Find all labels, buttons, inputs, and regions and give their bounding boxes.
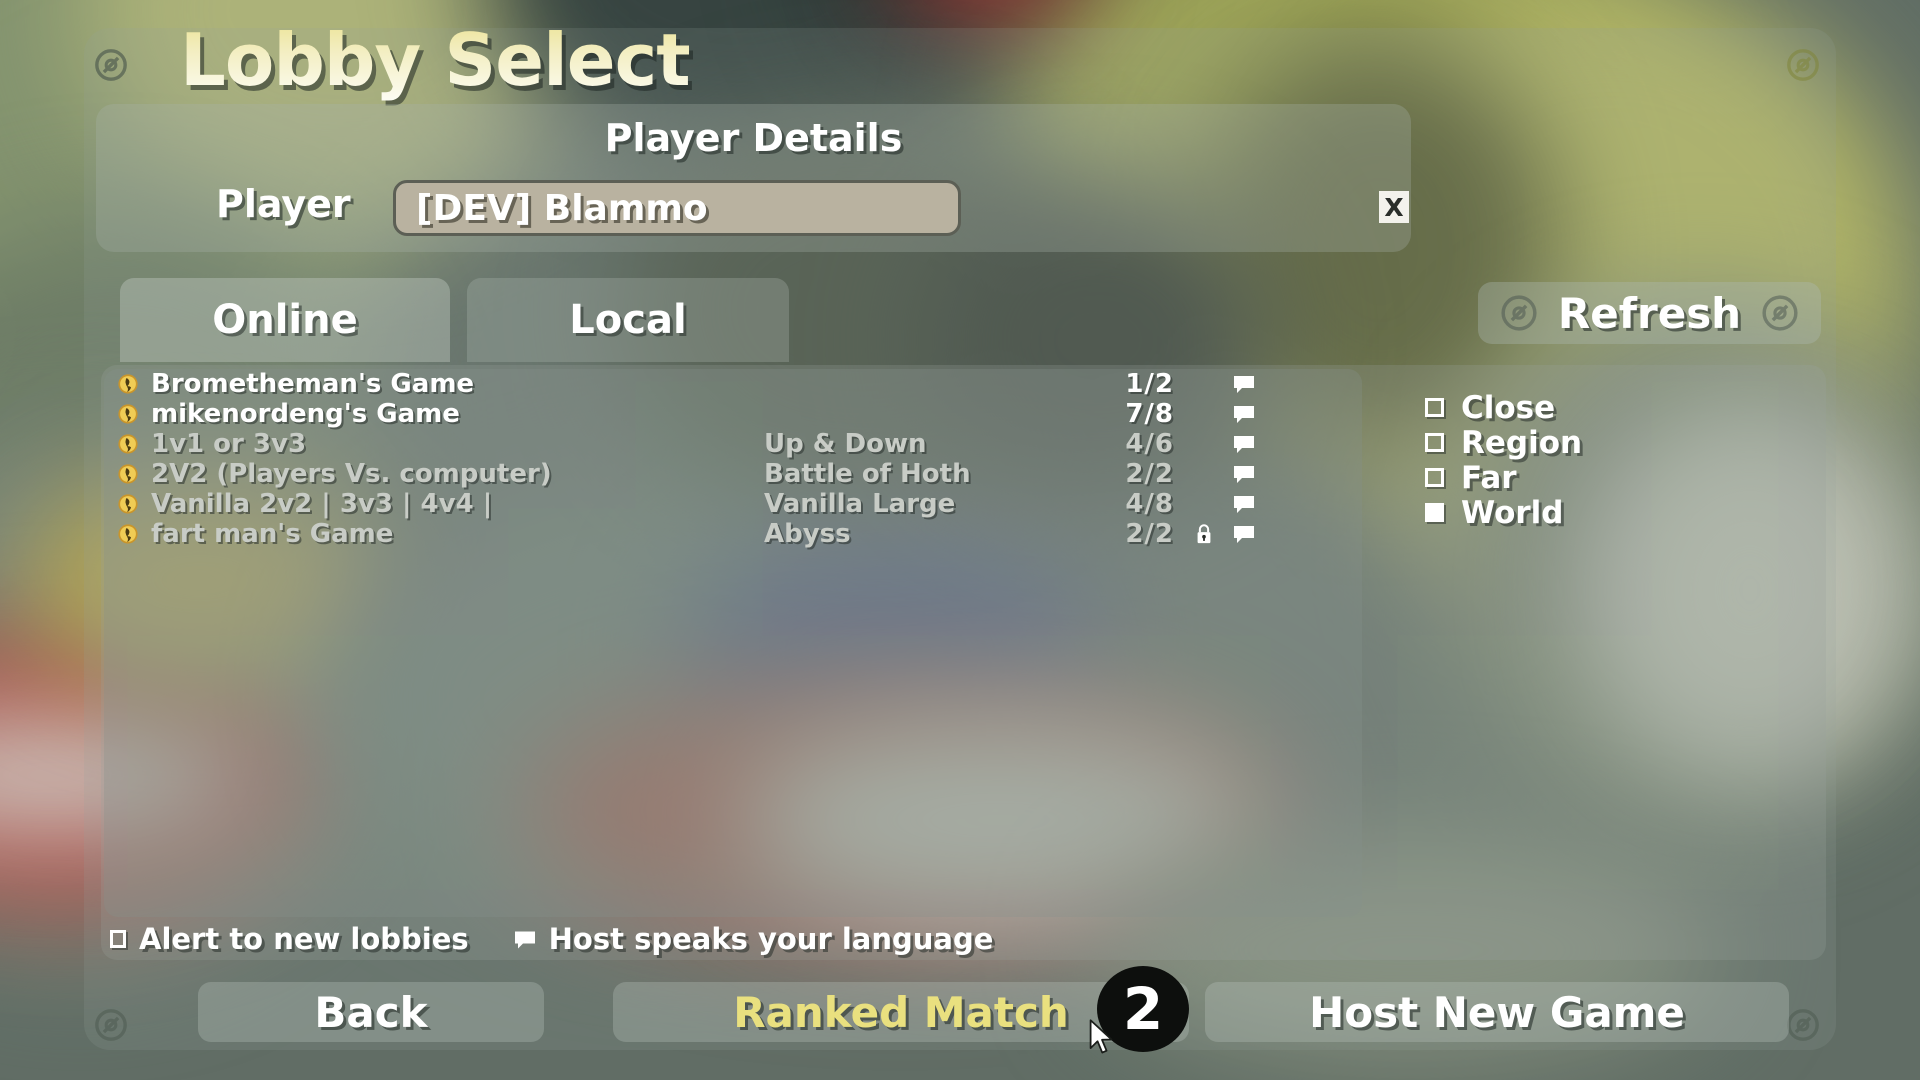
mouse-pointer-icon (1089, 1019, 1115, 1057)
ranked-match-label: Ranked Match (733, 987, 1069, 1037)
close-x-icon[interactable]: X (1379, 191, 1409, 223)
lobby-player-count: 1/2 (1125, 369, 1174, 399)
gold-medal-icon (117, 523, 139, 545)
lobby-row[interactable]: fart man's Game Abyss 2/2 (104, 519, 1362, 549)
checkbox-square-icon (1425, 433, 1444, 452)
checkbox-square-icon (1425, 468, 1444, 487)
lobby-row[interactable]: 1v1 or 3v3 Up & Down 4/6 (104, 429, 1362, 459)
page-title: Lobby Select (180, 18, 691, 102)
lobby-player-count: 7/8 (1125, 399, 1174, 429)
filter-world[interactable]: World (1425, 494, 1685, 531)
host-new-game-label: Host New Game (1309, 987, 1685, 1037)
checkbox-square-icon (110, 930, 126, 948)
speech-bubble-icon (1232, 404, 1256, 424)
filter-far[interactable]: Far (1425, 459, 1685, 496)
filter-close[interactable]: Close (1425, 389, 1685, 426)
alert-new-lobbies-label: Alert to new lobbies (139, 922, 469, 956)
refresh-circle-icon (1786, 1008, 1820, 1042)
speech-bubble-icon (1232, 464, 1256, 484)
distance-filter-group: Close Region Far World (1425, 389, 1685, 531)
gold-medal-icon (117, 493, 139, 515)
lobby-name: mikenordeng's Game (151, 399, 460, 429)
speech-bubble-icon (1232, 374, 1256, 394)
player-name-input[interactable]: [DEV] Blammo (393, 180, 961, 236)
filter-label: Close (1461, 389, 1556, 426)
lobby-row[interactable]: Brometheman's Game 1/2 (104, 369, 1362, 399)
lobby-list[interactable]: Brometheman's Game 1/2 mikenordeng's Game 7… (104, 369, 1362, 917)
alert-new-lobbies-checkbox[interactable]: Alert to new lobbies (110, 922, 469, 956)
host-language-option[interactable]: Host speaks your language (513, 922, 994, 956)
checkbox-checked-icon (1425, 503, 1444, 522)
speech-bubble-icon (1232, 434, 1256, 454)
lobby-map: Vanilla Large (764, 489, 956, 519)
refresh-circle-icon (1786, 48, 1820, 82)
gold-medal-icon (117, 463, 139, 485)
speech-bubble-icon (1232, 494, 1256, 514)
gold-medal-icon (117, 373, 139, 395)
back-button[interactable]: Back (198, 982, 544, 1042)
gold-medal-icon (117, 403, 139, 425)
back-button-label: Back (314, 987, 428, 1037)
refresh-button[interactable]: Refresh (1478, 282, 1821, 344)
lobby-name: fart man's Game (151, 519, 394, 549)
host-language-label: Host speaks your language (548, 922, 994, 956)
padlock-icon (1194, 523, 1214, 545)
speech-bubble-icon (1232, 524, 1256, 544)
lobby-map: Up & Down (764, 429, 927, 459)
player-details-heading: Player Details (604, 116, 903, 160)
filter-region[interactable]: Region (1425, 424, 1685, 461)
lobby-row[interactable]: 2V2 (Players Vs. computer) Battle of Hoth… (104, 459, 1362, 489)
speech-bubble-icon (513, 929, 537, 950)
gold-medal-icon (117, 433, 139, 455)
lobby-row[interactable]: mikenordeng's Game 7/8 (104, 399, 1362, 429)
refresh-circle-icon (1761, 294, 1799, 332)
player-name-value: [DEV] Blammo (416, 187, 708, 229)
filter-label: World (1461, 494, 1564, 531)
lobby-player-count: 4/6 (1125, 429, 1174, 459)
lobby-map: Battle of Hoth (764, 459, 971, 489)
refresh-circle-icon (1500, 294, 1538, 332)
lobby-row[interactable]: Vanilla 2v2 | 3v3 | 4v4 | Vanilla Large 4/… (104, 489, 1362, 519)
refresh-circle-icon (94, 48, 128, 82)
tab-local[interactable]: Local (467, 278, 789, 362)
lobby-name: Vanilla 2v2 | 3v3 | 4v4 | (151, 489, 493, 519)
filter-label: Far (1461, 459, 1517, 496)
lobby-name: 2V2 (Players Vs. computer) (151, 459, 552, 489)
player-details-card: Player Details Player [DEV] Blammo X (96, 104, 1411, 252)
lobby-name: 1v1 or 3v3 (151, 429, 307, 459)
bottom-options-bar: Alert to new lobbies Host speaks your la… (110, 922, 993, 956)
refresh-label: Refresh (1557, 288, 1742, 338)
filter-label: Region (1461, 424, 1583, 461)
lobby-map: Abyss (764, 519, 851, 549)
lobby-name: Brometheman's Game (151, 369, 475, 399)
refresh-circle-icon (94, 1008, 128, 1042)
tab-online[interactable]: Online (120, 278, 450, 362)
checkbox-square-icon (1425, 398, 1444, 417)
lobby-player-count: 4/8 (1125, 489, 1174, 519)
lobby-player-count: 2/2 (1125, 459, 1174, 489)
lobby-player-count: 2/2 (1125, 519, 1174, 549)
player-field-label: Player (216, 182, 351, 226)
host-new-game-button[interactable]: Host New Game (1205, 982, 1789, 1042)
